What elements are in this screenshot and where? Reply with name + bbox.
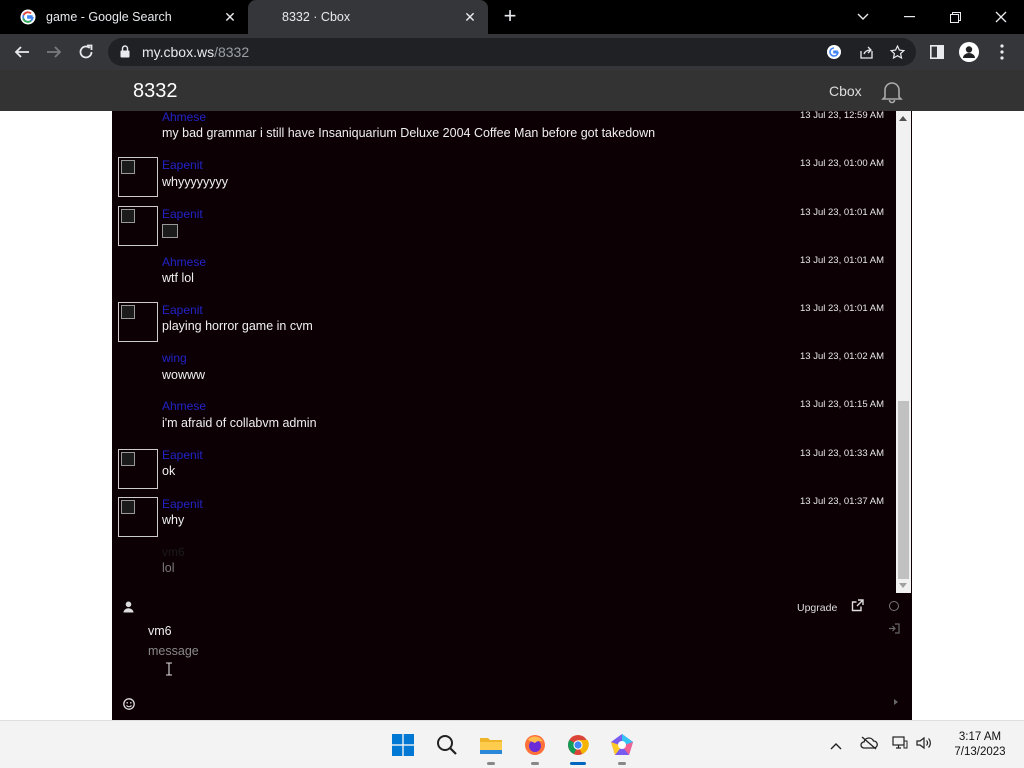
menu-kebab-icon[interactable] (988, 38, 1016, 66)
bell-icon[interactable] (879, 78, 905, 104)
message-timestamp: 13 Jul 23, 01:02 AM (800, 351, 884, 362)
message-username[interactable]: Ahmese (162, 255, 206, 269)
message-timestamp: 13 Jul 23, 12:59 AM (800, 110, 884, 121)
app-pentagon-icon[interactable] (606, 729, 638, 765)
message-timestamp: 13 Jul 23, 01:37 AM (800, 496, 884, 507)
message-image[interactable] (162, 224, 178, 238)
upgrade-link[interactable]: Upgrade (797, 602, 837, 614)
chevron-up-icon[interactable] (830, 737, 842, 753)
message-scrollbar[interactable] (896, 111, 911, 593)
scroll-thumb[interactable] (898, 401, 909, 579)
browser-toolbar: my.cbox.ws/8332 (0, 34, 1024, 70)
share-icon[interactable] (856, 42, 876, 62)
message-username: vm6 (162, 545, 185, 559)
scroll-down-arrow-icon[interactable] (899, 583, 907, 588)
tab-title: 8332 · Cbox (282, 10, 351, 24)
status-circle-icon[interactable] (889, 601, 899, 611)
taskbar: 3:17 AM 7/13/2023 (0, 720, 1024, 768)
message-text: playing horror game in cvm (162, 319, 313, 333)
avatar (118, 206, 158, 246)
message-text: wowww (162, 368, 206, 382)
message-timestamp: 13 Jul 23, 01:15 AM (800, 399, 884, 410)
message-text: wtf lol (162, 271, 194, 285)
avatar (118, 497, 158, 537)
message-text: why (162, 513, 185, 527)
message-username[interactable]: Eapenit (162, 497, 203, 511)
forward-icon[interactable] (40, 38, 68, 66)
profile-avatar-icon[interactable] (955, 38, 983, 66)
close-tab-icon[interactable]: ✕ (222, 9, 238, 25)
minimize-button[interactable] (886, 0, 932, 34)
scroll-up-arrow-icon[interactable] (899, 116, 907, 121)
back-icon[interactable] (8, 38, 36, 66)
message-username[interactable]: Eapenit (162, 303, 203, 317)
cbox-chat: Ahmese my bad grammar i still have Insan… (112, 110, 912, 720)
url-text: my.cbox.ws/8332 (142, 44, 250, 60)
message-username[interactable]: Ahmese (162, 399, 206, 413)
reload-icon[interactable] (72, 38, 100, 66)
message-text: my bad grammar i still have Insaniquariu… (162, 126, 656, 140)
browser-tabstrip: game - Google Search ✕ 8332 · Cbox ✕ + (0, 0, 1024, 34)
message-text: i'm afraid of collabvm admin (162, 416, 317, 430)
tab-google-search[interactable]: game - Google Search ✕ (8, 0, 248, 34)
send-arrow-icon[interactable] (894, 699, 898, 705)
side-panel-icon[interactable] (923, 38, 951, 66)
message-username[interactable]: wing (162, 351, 187, 365)
running-indicator (618, 762, 626, 765)
cbox-link[interactable]: Cbox (829, 83, 862, 99)
search-icon[interactable] (431, 729, 463, 761)
avatar (118, 157, 158, 197)
close-tab-icon[interactable]: ✕ (462, 9, 478, 25)
restore-button[interactable] (932, 0, 978, 34)
message-text: lol (162, 561, 175, 575)
message-text: ok (162, 464, 176, 478)
message-username[interactable]: Eapenit (162, 158, 203, 172)
user-icon[interactable] (123, 600, 134, 618)
site-header: 8332 Cbox (0, 70, 1024, 111)
text-cursor-icon (165, 662, 173, 676)
running-indicator (487, 762, 495, 765)
running-indicator (531, 762, 539, 765)
windows-start-icon[interactable] (387, 729, 419, 761)
close-window-button[interactable] (978, 0, 1024, 34)
lock-icon[interactable] (120, 45, 130, 63)
page-title: 8332 (133, 80, 178, 102)
address-bar[interactable]: my.cbox.ws/8332 (108, 38, 916, 66)
tab-cbox[interactable]: 8332 · Cbox ✕ (248, 0, 488, 34)
message-timestamp: 13 Jul 23, 01:33 AM (800, 448, 884, 459)
message-username[interactable]: Eapenit (162, 207, 203, 221)
clock-date: 7/13/2023 (954, 746, 1006, 758)
volume-icon[interactable] (916, 736, 932, 753)
message-username[interactable]: Eapenit (162, 448, 203, 462)
message-timestamp: 13 Jul 23, 01:01 AM (800, 255, 884, 266)
firefox-icon[interactable] (519, 729, 551, 765)
message-input[interactable] (148, 644, 878, 684)
external-link-icon[interactable] (851, 599, 864, 617)
chrome-icon[interactable] (562, 729, 594, 765)
file-explorer-icon[interactable] (475, 729, 507, 765)
post-form: Upgrade (112, 593, 912, 720)
message-timestamp: 13 Jul 23, 01:01 AM (800, 303, 884, 314)
avatar (118, 302, 158, 342)
message-timestamp: 13 Jul 23, 01:01 AM (800, 207, 884, 218)
name-field[interactable] (148, 622, 448, 640)
running-indicator (570, 762, 586, 765)
message-text: whyyyyyyyy (162, 175, 228, 189)
avatar (118, 449, 158, 489)
tab-title: game - Google Search (46, 10, 172, 24)
onedrive-offline-icon[interactable] (860, 736, 878, 753)
bookmark-star-icon[interactable] (887, 42, 907, 62)
google-lens-icon[interactable] (824, 42, 844, 62)
tab-search-icon[interactable] (840, 0, 886, 34)
google-icon (20, 9, 36, 25)
login-icon[interactable] (888, 623, 900, 637)
new-tab-button[interactable]: + (498, 5, 522, 29)
taskbar-clock[interactable]: 3:17 AM 7/13/2023 (940, 730, 1020, 760)
clock-time: 3:17 AM (958, 731, 1002, 743)
message-username[interactable]: Ahmese (162, 110, 206, 124)
message-timestamp: 13 Jul 23, 01:00 AM (800, 158, 884, 169)
emoji-smiley-icon[interactable] (123, 698, 135, 713)
network-icon[interactable] (892, 736, 908, 753)
